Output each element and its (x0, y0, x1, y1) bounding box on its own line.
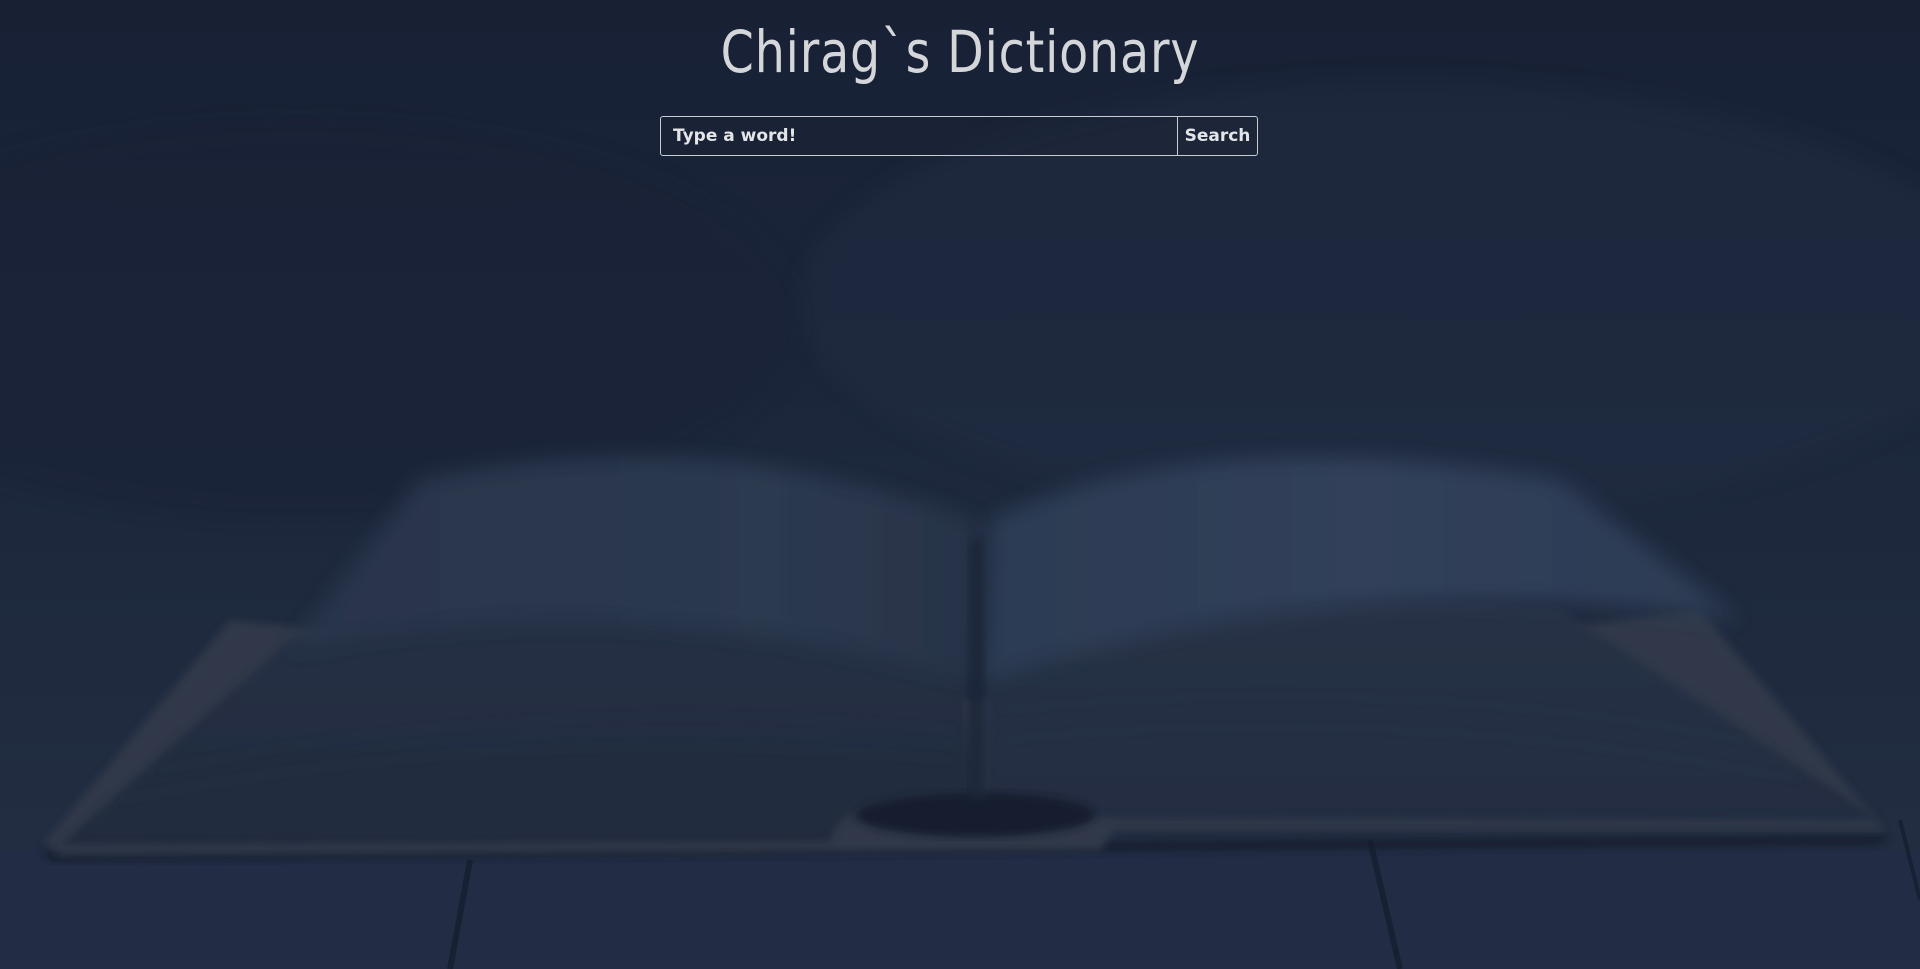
page-title: Chirag`s Dictionary (720, 18, 1200, 86)
search-button[interactable]: Search (1177, 117, 1257, 155)
search-form: Search (660, 116, 1258, 156)
search-input[interactable] (661, 117, 1177, 155)
